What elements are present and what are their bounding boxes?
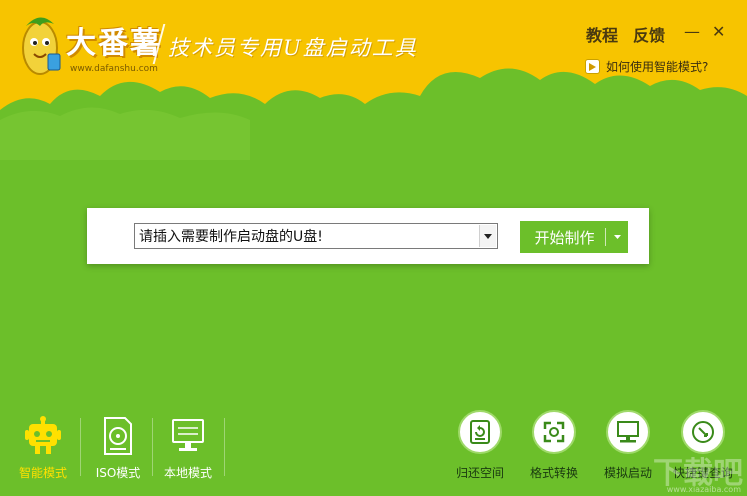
iso-disc-icon xyxy=(104,417,132,455)
restore-space-icon-wrap xyxy=(458,410,502,454)
simulate-boot-icon-wrap xyxy=(606,410,650,454)
usb-drive-select[interactable]: 请插入需要制作启动盘的U盘! xyxy=(134,223,498,249)
tab-divider xyxy=(80,418,81,476)
format-convert-icon-wrap xyxy=(532,410,576,454)
start-make-button-label: 开始制作 xyxy=(534,228,595,247)
caret-down-icon xyxy=(613,235,621,239)
close-button[interactable]: ✕ xyxy=(712,22,725,41)
tab-smart-mode[interactable]: 智能模式 xyxy=(8,410,78,482)
slogan: 技术员专用U盘启动工具 xyxy=(168,36,418,60)
shortcut-key-icon xyxy=(692,421,714,443)
tab-iso-mode[interactable]: ISO模式 xyxy=(83,410,153,482)
usb-drive-select-value: 请插入需要制作启动盘的U盘! xyxy=(139,229,323,245)
tab-smart-mode-label: 智能模式 xyxy=(18,466,67,480)
minimize-button[interactable]: — xyxy=(684,22,700,41)
tab-local-mode-label: 本地模式 xyxy=(163,466,212,480)
restore-space-button[interactable]: 归还空间 xyxy=(448,410,512,482)
monitor-icon xyxy=(172,419,204,451)
format-convert-icon xyxy=(543,421,565,443)
tutorial-link[interactable]: 教程 xyxy=(586,22,618,46)
disk-restore-icon xyxy=(470,420,490,444)
chevron-down-icon[interactable] xyxy=(479,225,496,247)
play-icon xyxy=(585,59,600,74)
sweet-potato-mascot-icon xyxy=(22,17,61,75)
restore-space-label: 归还空间 xyxy=(455,466,504,480)
format-convert-label: 格式转换 xyxy=(529,466,578,480)
logo-text: 大番薯 xyxy=(66,26,162,61)
help-link[interactable]: 如何使用智能模式? xyxy=(585,58,708,75)
start-options-dropdown[interactable] xyxy=(606,235,628,239)
watermark-url: www.xiazaiba.com xyxy=(666,485,741,494)
tab-divider xyxy=(224,418,225,476)
app-window: 大番薯 www.dafanshu.com 技术员专用U盘启动工具 教程 反馈 —… xyxy=(0,0,747,496)
robot-icon xyxy=(25,416,61,454)
tab-local-mode[interactable]: 本地模式 xyxy=(153,410,223,482)
help-link-label: 如何使用智能模式? xyxy=(606,60,709,74)
logo-url: www.dafanshu.com xyxy=(70,64,158,74)
simulate-boot-button[interactable]: 模拟启动 xyxy=(596,410,660,482)
tab-iso-mode-label: ISO模式 xyxy=(95,466,141,480)
usb-panel: 请插入需要制作启动盘的U盘! 开始制作 xyxy=(87,208,649,264)
feedback-link[interactable]: 反馈 xyxy=(633,22,665,46)
format-convert-button[interactable]: 格式转换 xyxy=(522,410,586,482)
computer-boot-icon xyxy=(617,421,639,443)
start-make-button[interactable]: 开始制作 xyxy=(520,221,628,253)
